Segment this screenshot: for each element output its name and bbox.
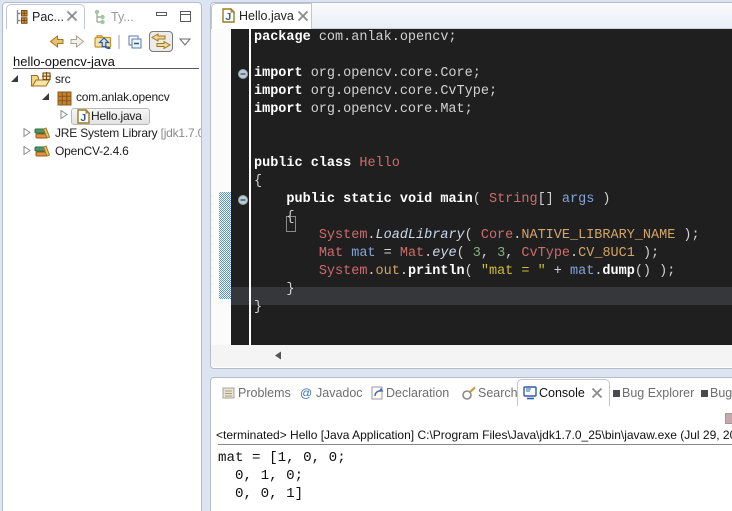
svg-text:J: J [225, 11, 231, 23]
